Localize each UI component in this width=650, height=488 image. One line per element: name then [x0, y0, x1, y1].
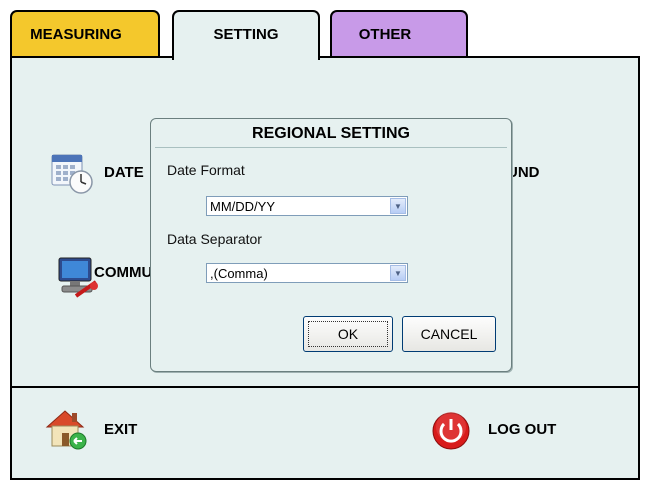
tab-setting[interactable]: SETTING — [172, 10, 320, 60]
communication-setting-label[interactable]: COMMU — [94, 264, 152, 281]
date-setting-label[interactable]: DATE — [104, 164, 144, 181]
tab-other-label: OTHER — [358, 26, 412, 43]
tab-setting-label: SETTING — [213, 26, 279, 43]
data-separator-select[interactable]: ,(Comma) ▼ — [206, 263, 408, 283]
power-logout-icon[interactable] — [430, 410, 472, 457]
dialog-title: REGIONAL SETTING — [252, 125, 410, 142]
date-format-value: MM/DD/YY — [210, 199, 275, 214]
date-format-select[interactable]: MM/DD/YY ▼ — [206, 196, 408, 216]
tab-measuring[interactable]: MEASURING — [10, 10, 160, 56]
tab-measuring-label: MEASURING — [30, 26, 122, 43]
regional-setting-dialog: REGIONAL SETTING Date Format MM/DD/YY ▼ … — [150, 118, 512, 372]
cancel-button[interactable]: CANCEL — [402, 316, 496, 352]
exit-label[interactable]: EXIT — [104, 421, 137, 438]
focus-ring — [308, 321, 388, 347]
chevron-down-icon[interactable]: ▼ — [390, 265, 406, 281]
date-format-label: Date Format — [167, 162, 245, 178]
chevron-down-icon[interactable]: ▼ — [390, 198, 406, 214]
cancel-button-label: CANCEL — [420, 326, 478, 342]
logout-label[interactable]: LOG OUT — [488, 421, 556, 438]
ok-button[interactable]: OK — [303, 316, 393, 352]
data-separator-label: Data Separator — [167, 231, 262, 247]
home-exit-icon[interactable] — [44, 407, 90, 456]
dialog-divider — [155, 147, 507, 148]
tab-other[interactable]: OTHER — [330, 10, 468, 56]
data-separator-value: ,(Comma) — [210, 266, 268, 281]
calendar-clock-icon[interactable] — [50, 152, 98, 201]
